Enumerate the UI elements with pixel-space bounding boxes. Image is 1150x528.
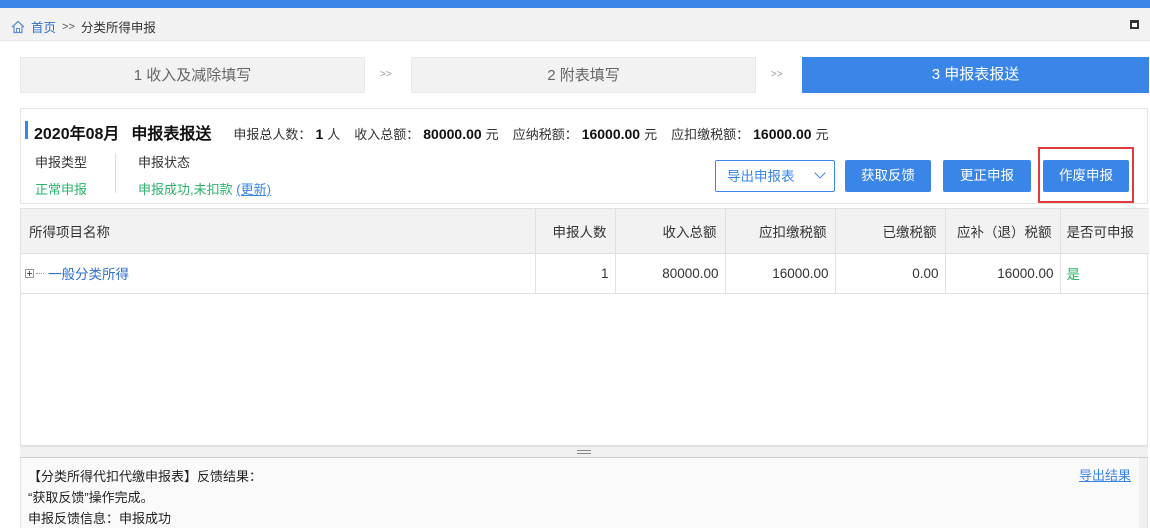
col-header-paid-tax: 已缴税额 <box>835 209 946 254</box>
declaration-type-value: 正常申报 <box>35 182 88 197</box>
summary-title-line: 2020年08月 申报表报送 申报总人数： 1 人 收入总额： 80000.00… <box>34 120 843 144</box>
stat-total-people-label: 申报总人数： <box>233 127 312 142</box>
breadcrumb-current: 分类所得申报 <box>80 21 156 35</box>
top-accent-bar <box>0 0 1150 8</box>
step-arrow-icon: >> <box>380 69 392 80</box>
expand-plus-icon[interactable] <box>25 268 34 278</box>
get-feedback-button[interactable]: 获取反馈 <box>845 160 931 192</box>
income-items-table: 所得项目名称 申报人数 收入总额 应扣缴税额 已缴税额 应补（退）税额 是否可申… <box>20 208 1149 446</box>
breadcrumb: 首页 >> 分类所得申报 <box>10 17 156 36</box>
stat-tax-payable-value: 16000.00 <box>581 126 641 142</box>
drag-handle-icon[interactable] <box>577 450 591 454</box>
step-submit-return[interactable]: 3 申报表报送 <box>802 57 1149 93</box>
step-arrow-icon: >> <box>771 69 783 80</box>
panel-title: 申报表报送 <box>131 126 212 143</box>
update-status-link[interactable]: (更新) <box>236 182 271 197</box>
stat-tax-payable-label: 应纳税额： <box>512 127 578 142</box>
declaration-status: 申报状态 申报成功,未扣款 (更新) <box>138 152 271 198</box>
correct-return-button[interactable]: 更正申报 <box>943 160 1031 192</box>
cell-can-declare: 是 <box>1060 253 1149 294</box>
stat-total-income-label: 收入总额： <box>354 127 420 142</box>
table-header-row: 所得项目名称 申报人数 收入总额 应扣缴税额 已缴税额 应补（退）税额 是否可申… <box>21 209 1149 254</box>
feedback-result-panel: 【分类所得代扣代缴申报表】反馈结果： “获取反馈”操作完成。 申报反馈信息：申报… <box>20 458 1148 528</box>
declaration-status-value: 申报成功,未扣款 <box>138 182 233 197</box>
declaration-type-label: 申报类型 <box>35 155 88 170</box>
step-income-deduction[interactable]: 1 收入及减除填写 <box>20 57 365 93</box>
meta-divider <box>115 153 116 193</box>
tax-period: 2020年08月 <box>34 126 120 143</box>
void-return-button[interactable]: 作废申报 <box>1043 160 1129 192</box>
stat-withholding-label: 应扣缴税额： <box>671 127 750 142</box>
tree-connector <box>36 272 44 274</box>
declaration-status-label: 申报状态 <box>138 155 191 170</box>
col-header-can-declare: 是否可申报 <box>1060 209 1149 254</box>
feedback-line-operation: “获取反馈”操作完成。 <box>28 490 154 505</box>
stat-total-people-value: 1 <box>315 126 324 142</box>
feedback-line-title: 【分类所得代扣代缴申报表】反馈结果： <box>28 469 263 484</box>
chevron-down-icon <box>814 167 826 179</box>
breadcrumb-separator: >> <box>62 20 75 33</box>
declaration-type: 申报类型 正常申报 <box>35 152 87 198</box>
maximize-icon[interactable] <box>1130 20 1139 29</box>
cell-total-income: 80000.00 <box>615 253 726 294</box>
stat-withholding-unit: 元 <box>815 127 829 142</box>
col-header-people: 申报人数 <box>535 209 616 254</box>
col-header-total-income: 收入总额 <box>615 209 726 254</box>
stat-total-people-unit: 人 <box>327 127 341 142</box>
declaration-summary-panel: 2020年08月 申报表报送 申报总人数： 1 人 收入总额： 80000.00… <box>20 108 1148 204</box>
declaration-status-value-row: 申报成功,未扣款 (更新) <box>138 179 271 198</box>
vertical-scrollbar[interactable] <box>1139 458 1147 528</box>
export-result-link[interactable]: 导出结果 <box>1079 465 1131 484</box>
export-return-dropdown[interactable]: 导出申报表 <box>715 160 835 192</box>
step-indicator: 1 收入及减除填写 >> 2 附表填写 >> 3 申报表报送 <box>20 57 1150 93</box>
breadcrumb-home-link[interactable]: 首页 <box>31 17 56 36</box>
title-accent-bar <box>25 121 28 139</box>
step-attachments[interactable]: 2 附表填写 <box>411 57 756 93</box>
feedback-line-message: 申报反馈信息：申报成功 <box>28 511 172 526</box>
stat-total-income-unit: 元 <box>485 127 499 142</box>
cell-item-name: 一般分类所得 <box>21 253 536 294</box>
home-icon[interactable] <box>10 19 26 35</box>
income-item-link[interactable]: 一般分类所得 <box>48 267 129 282</box>
cell-refund-due: 16000.00 <box>945 253 1061 294</box>
cell-withholding: 16000.00 <box>725 253 836 294</box>
stat-tax-payable-unit: 元 <box>644 127 658 142</box>
col-header-item-name: 所得项目名称 <box>21 209 536 254</box>
cell-paid-tax: 0.00 <box>835 253 946 294</box>
panel-splitter[interactable] <box>20 446 1148 458</box>
table-row: 一般分类所得 1 80000.00 16000.00 0.00 16000.00… <box>21 253 1149 294</box>
stat-total-income-value: 80000.00 <box>423 126 482 142</box>
breadcrumb-bar: 首页 >> 分类所得申报 <box>0 8 1150 41</box>
col-header-withholding: 应扣缴税额 <box>725 209 836 254</box>
col-header-refund-due: 应补（退）税额 <box>945 209 1061 254</box>
cell-people: 1 <box>535 253 616 294</box>
export-return-label: 导出申报表 <box>727 169 795 184</box>
stat-withholding-value: 16000.00 <box>753 126 812 142</box>
